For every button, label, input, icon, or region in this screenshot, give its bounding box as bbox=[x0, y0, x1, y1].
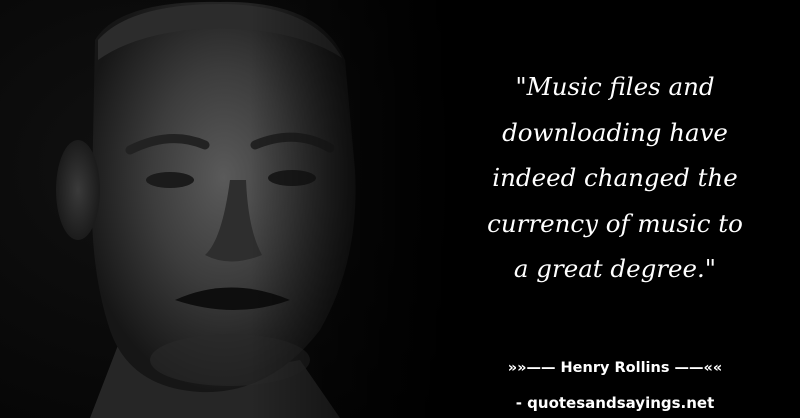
source-credit: - quotesandsayings.net bbox=[515, 394, 715, 412]
quote-line: a great degree." bbox=[513, 254, 717, 283]
quote-line: "Music files and bbox=[515, 72, 715, 101]
author-attribution: »»—— Henry Rollins ——«« bbox=[507, 360, 723, 376]
quote-line: indeed changed the bbox=[492, 163, 738, 192]
quote-text: "Music files and downloading have indeed… bbox=[445, 64, 785, 292]
quote-line: currency of music to bbox=[487, 208, 743, 238]
quote-line: downloading have bbox=[502, 117, 728, 147]
quote-card: "Music files and downloading have indeed… bbox=[0, 0, 800, 418]
